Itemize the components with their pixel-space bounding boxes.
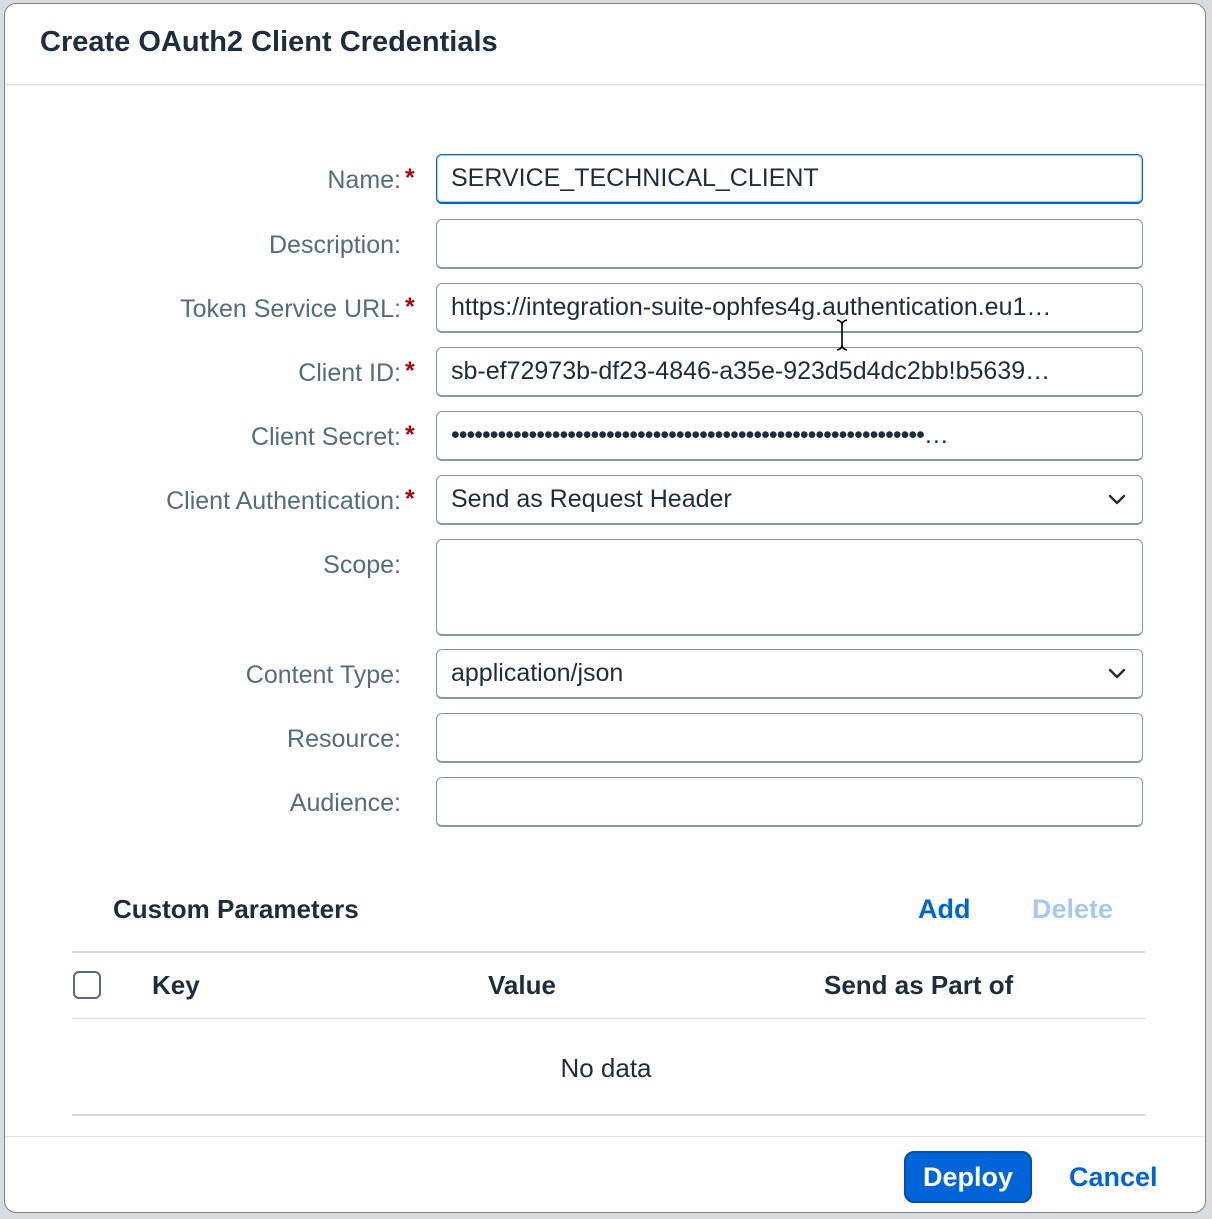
token-url-label: Token Service URL:: [180, 295, 401, 323]
required-mark: *: [405, 164, 415, 192]
client-auth-select[interactable]: Send as Request Header: [436, 475, 1143, 525]
audience-input[interactable]: [436, 777, 1143, 827]
chevron-down-icon[interactable]: [1108, 664, 1126, 682]
resource-label: Resource:: [287, 725, 401, 753]
content-type-select[interactable]: application/json: [436, 649, 1143, 699]
create-oauth2-dialog: Create OAuth2 Client Credentials Name: *…: [4, 3, 1206, 1213]
client-auth-value: Send as Request Header: [451, 485, 732, 513]
select-all-checkbox[interactable]: [73, 971, 101, 999]
delete-button[interactable]: Delete: [1032, 894, 1113, 925]
client-secret-label: Client Secret:: [250, 423, 401, 451]
required-mark: *: [405, 357, 415, 385]
name-input[interactable]: SERVICE_TECHNICAL_CLIENT: [436, 154, 1143, 204]
column-header-key[interactable]: Key: [152, 970, 200, 1001]
audience-label: Audience:: [289, 789, 401, 817]
resource-input[interactable]: [436, 713, 1143, 763]
required-mark: *: [405, 293, 415, 321]
column-header-send-as-part-of[interactable]: Send as Part of: [824, 970, 1013, 1001]
deploy-button[interactable]: Deploy: [904, 1151, 1032, 1203]
content-type-label: Content Type:: [245, 661, 401, 689]
description-label: Description:: [269, 231, 401, 259]
content-type-value: application/json: [451, 659, 624, 687]
required-mark: *: [405, 421, 415, 449]
column-header-value[interactable]: Value: [488, 970, 556, 1001]
add-button[interactable]: Add: [918, 894, 970, 925]
text-cursor-icon: [836, 319, 848, 351]
client-id-label: Client ID:: [298, 359, 401, 387]
custom-parameters-title: Custom Parameters: [113, 894, 359, 924]
description-input[interactable]: [436, 219, 1143, 269]
client-id-input[interactable]: sb-ef72973b-df23-4846-a35e-923d5d4dc2bb!…: [436, 347, 1143, 397]
table-header-divider: [72, 1018, 1145, 1019]
table-bottom-divider: [72, 1114, 1145, 1116]
required-mark: *: [405, 485, 415, 513]
table-top-divider: [72, 951, 1145, 953]
cancel-button[interactable]: Cancel: [1069, 1162, 1158, 1193]
dialog-header: Create OAuth2 Client Credentials: [5, 4, 1205, 85]
chevron-down-icon[interactable]: [1108, 490, 1126, 508]
no-data-text: No data: [560, 1053, 652, 1083]
scope-label: Scope:: [323, 551, 401, 579]
dialog-title: Create OAuth2 Client Credentials: [40, 26, 498, 58]
client-auth-label: Client Authentication:: [166, 487, 401, 515]
scope-textarea[interactable]: [436, 539, 1143, 636]
token-url-input[interactable]: https://integration-suite-ophfes4g.authe…: [436, 283, 1143, 333]
name-label: Name:: [327, 166, 401, 194]
client-secret-input[interactable]: ••••••••••••••••••••••••••••••••••••••••…: [436, 411, 1143, 461]
